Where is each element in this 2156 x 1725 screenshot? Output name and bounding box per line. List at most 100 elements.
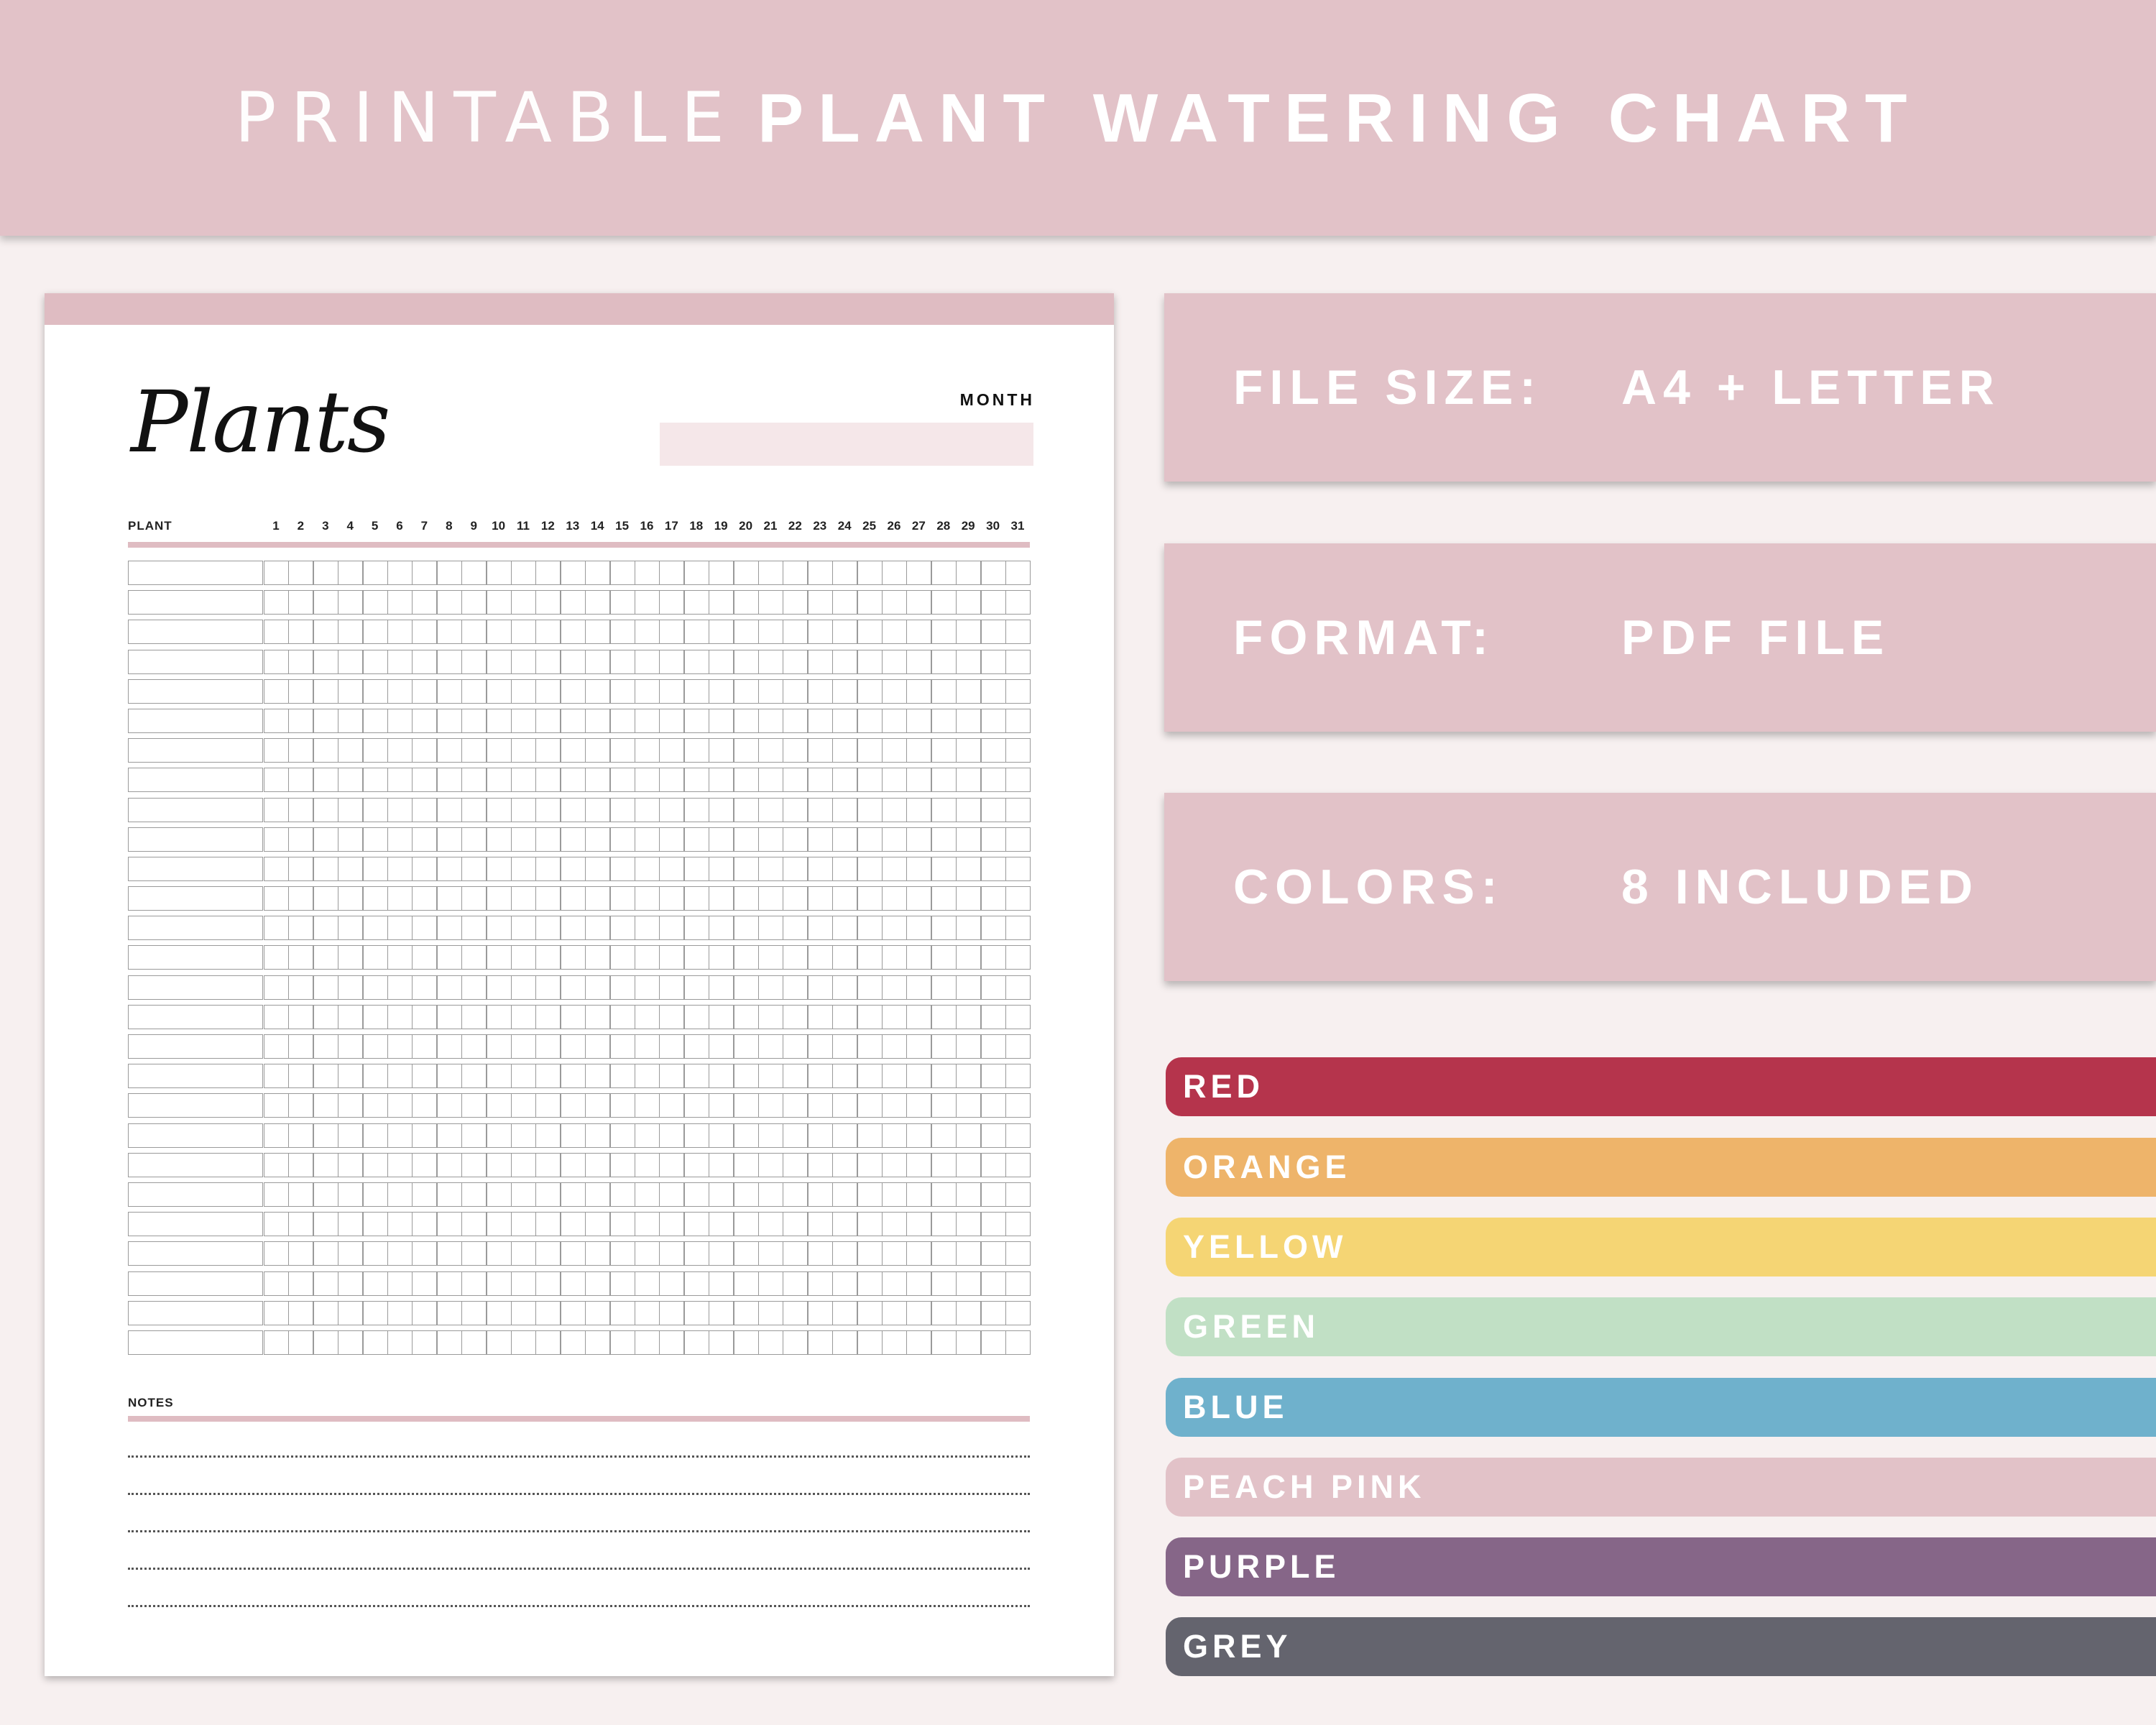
- day-checkbox-cell: [758, 1271, 783, 1296]
- day-checkbox-cell: [436, 1152, 462, 1177]
- day-checkbox-cell: [807, 916, 833, 941]
- day-checkbox-cell: [783, 1064, 808, 1089]
- day-number: 31: [1010, 519, 1025, 533]
- day-checkbox-cell: [783, 1271, 808, 1296]
- plant-name-cell: [128, 620, 263, 645]
- day-checkbox-cell: [906, 1330, 932, 1355]
- day-checkbox-cell: [931, 1182, 957, 1207]
- day-checkbox-cell: [362, 649, 388, 674]
- plant-name-cell: [128, 827, 263, 852]
- day-checkbox-cell: [758, 738, 783, 763]
- day-checkbox-cell: [338, 1004, 364, 1029]
- day-checkbox-cell: [783, 678, 808, 704]
- day-checkbox-cell: [609, 1093, 635, 1118]
- day-checkbox-cell: [511, 561, 536, 585]
- day-checkbox-cell: [436, 1004, 462, 1029]
- day-checkbox-cell: [807, 797, 833, 822]
- day-checkbox-cell: [857, 1271, 883, 1296]
- day-checkbox-cell: [857, 678, 883, 704]
- day-checkbox-cell: [461, 620, 487, 645]
- day-checkbox-cell: [882, 1212, 907, 1237]
- day-checkbox-cell: [609, 1241, 635, 1266]
- day-checkbox-cell: [560, 1300, 586, 1325]
- day-checkbox-cell: [980, 1093, 1006, 1118]
- day-checkbox-cell: [1005, 856, 1031, 881]
- day-checkbox-cell: [635, 886, 660, 911]
- day-checkbox-cell: [857, 827, 883, 852]
- day-checkbox-cell: [560, 649, 586, 674]
- day-checkbox-cell: [931, 620, 957, 645]
- day-checkbox-cell: [980, 1212, 1006, 1237]
- table-row: [128, 914, 1033, 944]
- table-row: [128, 1240, 1033, 1269]
- grid-header: PLANT 1 2 3 4 5 6 7 8 9 10 11 12 13 14 15 16 17 18 19 20 21 2…: [128, 510, 1033, 539]
- day-number: 15: [615, 519, 630, 533]
- day-checkbox-cell: [980, 708, 1006, 733]
- day-checkbox-cell: [733, 620, 759, 645]
- day-checkbox-cell: [906, 1123, 932, 1148]
- day-number: 2: [297, 519, 305, 533]
- day-checkbox-cell: [412, 738, 438, 763]
- day-checkbox-cell: [882, 827, 907, 852]
- day-checkbox-cell: [412, 561, 438, 585]
- day-checkbox-cell: [511, 1212, 536, 1237]
- day-checkbox-cell: [511, 708, 536, 733]
- day-checkbox-cell: [882, 916, 907, 941]
- day-checkbox-cell: [783, 649, 808, 674]
- day-checkbox-cell: [980, 1330, 1006, 1355]
- day-checkbox-cell: [683, 886, 709, 911]
- day-checkbox-cell: [906, 797, 932, 822]
- day-checkbox-cell: [683, 1182, 709, 1207]
- day-checkbox-cell: [635, 1152, 660, 1177]
- day-checkbox-cell: [635, 768, 660, 793]
- day-checkbox-cell: [758, 768, 783, 793]
- day-checkbox-cell: [980, 678, 1006, 704]
- day-checkbox-cell: [535, 649, 561, 674]
- day-checkbox-cell: [511, 1093, 536, 1118]
- day-checkbox-cell: [609, 1064, 635, 1089]
- day-checkbox-cell: [1005, 708, 1031, 733]
- day-checkbox-cell: [783, 1212, 808, 1237]
- day-checkbox-cell: [709, 1004, 734, 1029]
- day-checkbox-cell: [560, 590, 586, 615]
- day-checkbox-cell: [585, 738, 611, 763]
- plant-name-cell: [128, 1212, 263, 1237]
- day-checkbox-cell: [857, 1300, 883, 1325]
- day-checkbox-cell: [609, 708, 635, 733]
- day-checkbox-cell: [1005, 1004, 1031, 1029]
- day-checkbox-cell: [362, 1241, 388, 1266]
- day-checkbox-cell: [338, 856, 364, 881]
- day-checkbox-cell: [436, 975, 462, 1000]
- day-checkbox-cell: [807, 1300, 833, 1325]
- watering-grid: PLANT 1 2 3 4 5 6 7 8 9 10 11 12 13 14 15 16 17 18 19 20 21 2…: [128, 510, 1033, 1355]
- day-checkbox-cell: [882, 1271, 907, 1296]
- day-checkbox-cell: [609, 945, 635, 970]
- day-checkbox-cell: [931, 1004, 957, 1029]
- day-checkbox-cell: [436, 590, 462, 615]
- day-checkbox-cell: [931, 856, 957, 881]
- day-checkbox-cell: [956, 975, 982, 1000]
- day-checkbox-cell: [733, 590, 759, 615]
- plant-name-cell: [128, 916, 263, 941]
- day-checkbox-cell: [387, 649, 413, 674]
- day-checkbox-cell: [980, 1064, 1006, 1089]
- day-checkbox-cell: [659, 1123, 685, 1148]
- day-checkbox-cell: [560, 1271, 586, 1296]
- color-label: GREY: [1183, 1628, 1292, 1665]
- day-checkbox-cell: [264, 886, 289, 911]
- day-checkbox-cell: [362, 561, 388, 585]
- day-checkbox-cell: [956, 1123, 982, 1148]
- day-checkbox-cell: [1005, 1064, 1031, 1089]
- day-checkbox-cell: [412, 768, 438, 793]
- day-checkbox-cell: [338, 797, 364, 822]
- day-checkbox-cell: [659, 1241, 685, 1266]
- day-checkbox-cell: [857, 1093, 883, 1118]
- day-checkbox-cell: [758, 827, 783, 852]
- day-checkbox-cell: [906, 1241, 932, 1266]
- day-checkbox-cell: [659, 590, 685, 615]
- day-checkbox-cell: [585, 1241, 611, 1266]
- day-checkbox-cell: [560, 708, 586, 733]
- day-checkbox-cell: [1005, 620, 1031, 645]
- plant-name-cell: [128, 975, 263, 1000]
- day-checkbox-cell: [931, 945, 957, 970]
